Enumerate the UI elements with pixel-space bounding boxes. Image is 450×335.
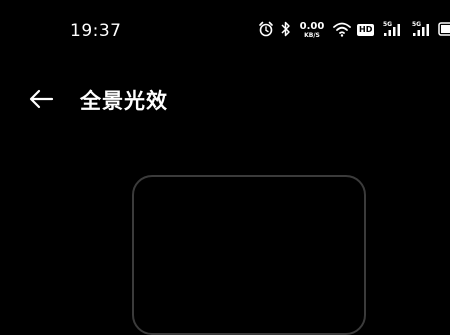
back-button[interactable] xyxy=(26,86,58,112)
status-time: 19:37 xyxy=(70,21,122,41)
page-title: 全景光效 xyxy=(80,89,168,113)
alarm-icon xyxy=(259,21,273,37)
hd-voice-icon: HD xyxy=(357,24,375,36)
page-header: 全景光效 xyxy=(0,78,450,122)
network-speed: 0.00 KB/S xyxy=(298,22,326,39)
network-speed-value: 0.00 xyxy=(299,21,325,32)
status-bar: 19:37 0.00 KB/S HD 5G 5G xyxy=(0,0,450,62)
network-speed-unit: KB/S xyxy=(304,32,320,39)
back-arrow-icon xyxy=(29,89,54,109)
wifi-icon xyxy=(333,22,351,37)
panoramic-light-preview xyxy=(132,175,366,335)
bluetooth-icon xyxy=(281,21,290,37)
signal-icon xyxy=(384,24,400,36)
signal-icon xyxy=(413,24,429,36)
battery-icon xyxy=(438,22,450,36)
